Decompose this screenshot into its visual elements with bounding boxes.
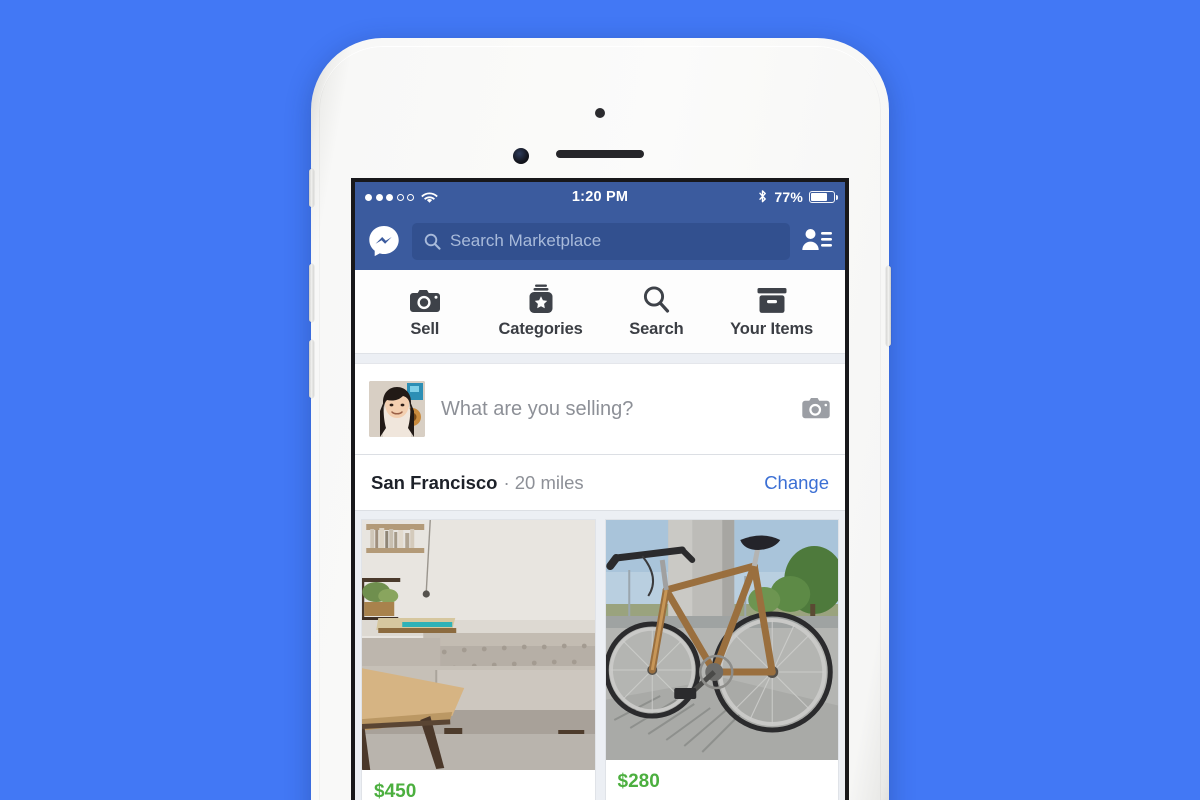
avatar[interactable] <box>369 381 425 437</box>
jar-star-icon <box>527 284 555 314</box>
location-city: San Francisco <box>371 471 498 493</box>
earpiece-speaker-icon <box>556 150 644 158</box>
search-input[interactable]: Search Marketplace <box>412 222 790 260</box>
location-radius: · 20 miles <box>503 471 584 493</box>
messenger-icon[interactable] <box>367 224 401 258</box>
cellular-signal-icon <box>365 193 414 201</box>
magnifier-icon <box>642 284 670 314</box>
wifi-icon <box>421 191 438 204</box>
proximity-sensor-icon <box>595 108 605 118</box>
volume-down-button[interactable] <box>309 340 314 398</box>
bluetooth-icon <box>757 189 768 205</box>
search-icon <box>424 233 441 250</box>
contacts-icon[interactable] <box>801 226 833 256</box>
location-filter-row: San Francisco · 20 miles Change <box>355 455 845 511</box>
listing-price: $450 <box>374 781 417 800</box>
camera-icon <box>408 284 442 314</box>
listing-photo-bicycle <box>605 520 838 760</box>
tab-label: Your Items <box>730 320 814 338</box>
front-camera-icon <box>513 148 529 164</box>
camera-icon[interactable] <box>801 397 831 421</box>
listing-photo-sofa <box>362 520 595 770</box>
status-bar-time: 1:20 PM <box>571 189 629 205</box>
page-background: 1:20 PM 77% Search Marketplace Sell Cate… <box>0 0 1200 800</box>
battery-percent-label: 77% <box>774 189 804 205</box>
marketplace-feed: $450 $280 <box>355 511 845 800</box>
volume-up-button[interactable] <box>309 264 314 322</box>
search-placeholder-text: Search Marketplace <box>450 231 602 250</box>
sell-composer[interactable]: What are you selling? <box>355 363 845 455</box>
tab-sell[interactable]: Sell <box>387 284 463 339</box>
power-button[interactable] <box>886 266 891 346</box>
listing-card[interactable]: $280 <box>604 519 839 800</box>
marketplace-tabbar: Sell Categories Search Your Items <box>355 270 845 354</box>
listing-price: $280 <box>617 771 660 792</box>
tab-label: Categories <box>498 320 583 338</box>
silent-switch-button[interactable] <box>309 169 314 207</box>
tab-search[interactable]: Search <box>618 284 694 339</box>
ios-status-bar: 1:20 PM 77% <box>355 182 845 212</box>
change-location-link[interactable]: Change <box>764 472 829 494</box>
phone-device: 1:20 PM 77% Search Marketplace Sell Cate… <box>309 38 891 800</box>
composer-placeholder: What are you selling? <box>441 397 634 420</box>
tab-label: Search <box>629 320 684 338</box>
tab-label: Sell <box>410 320 440 338</box>
phone-screen: 1:20 PM 77% Search Marketplace Sell Cate… <box>355 182 845 800</box>
battery-icon <box>809 191 839 203</box>
feed-column-left: $450 <box>361 519 596 800</box>
feed-column-right: $280 <box>604 519 839 800</box>
tab-your-items[interactable]: Your Items <box>730 284 813 339</box>
listing-card[interactable]: $450 <box>361 519 596 800</box>
box-icon <box>756 284 788 314</box>
app-navbar: Search Marketplace <box>355 212 845 270</box>
tab-categories[interactable]: Categories <box>498 284 583 339</box>
